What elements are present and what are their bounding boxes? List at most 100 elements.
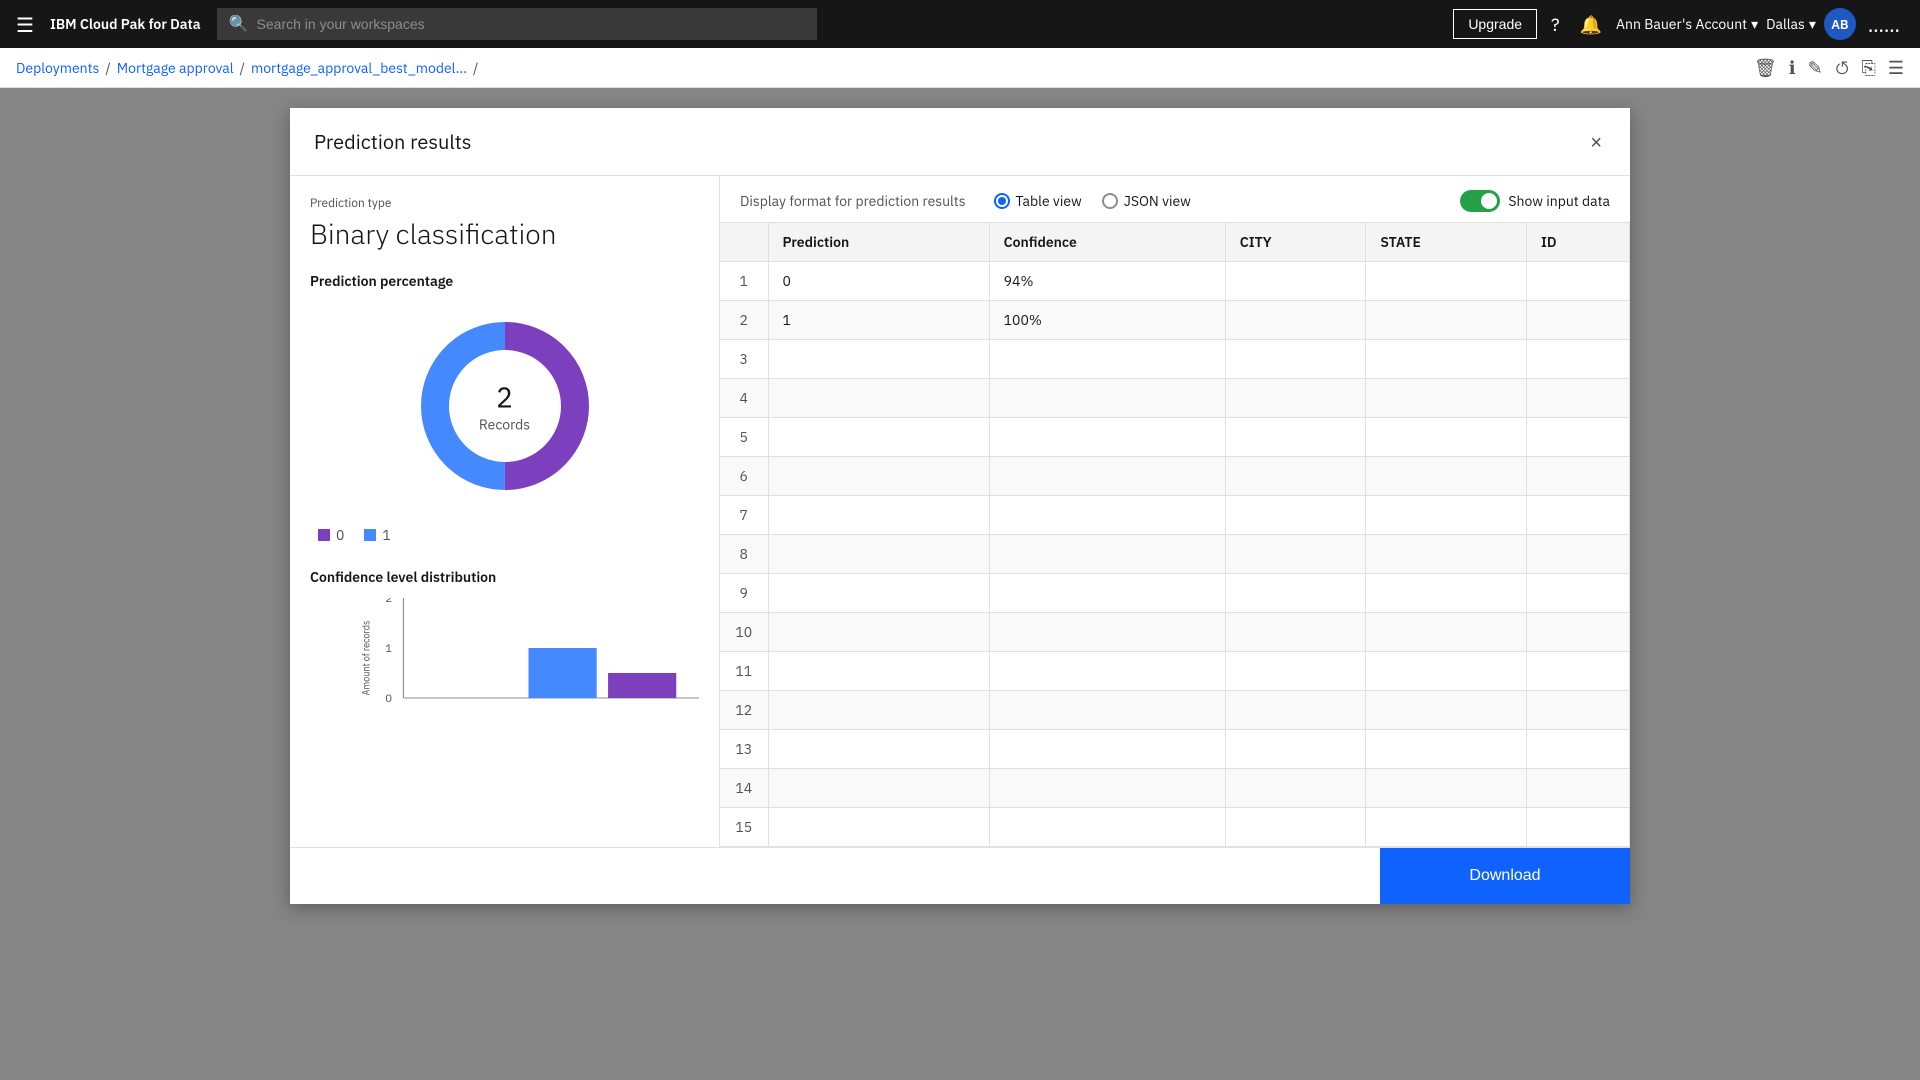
table-cell: [989, 496, 1225, 535]
table-row: 21100%: [720, 301, 1630, 340]
table-cell: 9: [720, 574, 768, 613]
modal-footer: Download: [290, 847, 1630, 904]
download-button[interactable]: Download: [1380, 848, 1630, 904]
svg-text:1: 1: [385, 642, 392, 655]
results-table: Prediction Confidence CITY STATE: [720, 223, 1630, 847]
table-cell: [768, 340, 989, 379]
legend-label-1: 1: [382, 526, 390, 544]
show-input-toggle[interactable]: [1460, 190, 1500, 212]
table-cell: [768, 730, 989, 769]
svg-text:0: 0: [385, 692, 392, 705]
table-cell: [1526, 457, 1629, 496]
col-id: ID: [1526, 223, 1629, 262]
history-icon[interactable]: ↺: [1835, 56, 1850, 79]
table-cell: [1366, 574, 1527, 613]
table-cell: [1225, 457, 1366, 496]
json-view-option[interactable]: JSON view: [1102, 192, 1191, 210]
grid-icon[interactable]: ☰: [1888, 56, 1904, 79]
json-view-radio[interactable]: [1102, 193, 1118, 209]
table-cell: [768, 457, 989, 496]
info-icon[interactable]: ℹ: [1789, 56, 1796, 79]
left-panel: Prediction type Binary classification Pr…: [290, 176, 720, 847]
bar-chart: 0 1 2 Amount of records: [358, 598, 699, 718]
table-row: 15: [720, 808, 1630, 847]
close-button[interactable]: ×: [1586, 128, 1606, 159]
table-cell: [768, 379, 989, 418]
modal-header: Prediction results ×: [290, 108, 1630, 176]
modal-title: Prediction results: [314, 128, 472, 155]
table-cell: [989, 574, 1225, 613]
table-cell: [768, 535, 989, 574]
table-cell: [1526, 379, 1629, 418]
svg-text:2: 2: [385, 598, 392, 605]
table-cell: [1225, 808, 1366, 847]
help-icon[interactable]: ?: [1545, 7, 1566, 42]
table-cell: [1366, 613, 1527, 652]
table-cell: 15: [720, 808, 768, 847]
table-cell: 13: [720, 730, 768, 769]
col-prediction: Prediction: [768, 223, 989, 262]
search-bar[interactable]: 🔍: [217, 8, 817, 40]
table-cell: 5: [720, 418, 768, 457]
table-cell: 11: [720, 652, 768, 691]
table-cell: [1526, 574, 1629, 613]
table-cell: [1225, 340, 1366, 379]
table-cell: 3: [720, 340, 768, 379]
legend-dot-0: [318, 529, 330, 541]
copy-icon[interactable]: ⎘: [1861, 56, 1875, 79]
table-row: 3: [720, 340, 1630, 379]
table-cell: 2: [720, 301, 768, 340]
notifications-icon[interactable]: 🔔: [1574, 7, 1608, 42]
legend-item-1: 1: [364, 526, 390, 544]
table-view-radio[interactable]: [994, 193, 1010, 209]
table-cell: [1526, 496, 1629, 535]
topnav: ☰ IBM Cloud Pak for Data 🔍 Upgrade ? 🔔 A…: [0, 0, 1920, 48]
hamburger-icon[interactable]: ☰: [16, 11, 34, 38]
topnav-right: Upgrade ? 🔔 Ann Bauer's Account ▾ Dallas…: [1453, 7, 1904, 42]
account-menu[interactable]: Ann Bauer's Account ▾: [1616, 15, 1758, 33]
table-cell: [1366, 262, 1527, 301]
prediction-type-value: Binary classification: [310, 215, 699, 252]
table-cell: 12: [720, 691, 768, 730]
table-cell: 7: [720, 496, 768, 535]
app-logo: IBM Cloud Pak for Data: [50, 15, 201, 33]
prediction-percentage-label: Prediction percentage: [310, 272, 699, 290]
chevron-down-icon: ▾: [1809, 15, 1816, 33]
table-cell: [989, 457, 1225, 496]
table-view-option[interactable]: Table view: [994, 192, 1082, 210]
delete-icon[interactable]: 🗑: [1754, 56, 1777, 79]
right-panel: Display format for prediction results Ta…: [720, 176, 1630, 847]
breadcrumb-mortgage[interactable]: Mortgage approval: [117, 59, 234, 77]
table-cell: 8: [720, 535, 768, 574]
apps-icon[interactable]: ……: [1864, 7, 1904, 42]
table-cell: [989, 691, 1225, 730]
table-cell: [1225, 262, 1366, 301]
table-cell: [1526, 808, 1629, 847]
table-view-label: Table view: [1016, 192, 1082, 210]
table-cell: [1526, 652, 1629, 691]
edit-icon[interactable]: ✎: [1808, 56, 1823, 79]
upgrade-button[interactable]: Upgrade: [1453, 9, 1537, 39]
region-name: Dallas: [1766, 15, 1805, 33]
region-menu[interactable]: Dallas ▾: [1766, 15, 1816, 33]
table-cell: [1225, 730, 1366, 769]
table-cell: 4: [720, 379, 768, 418]
table-body: 1094%21100%3456789101112131415: [720, 262, 1630, 847]
table-cell: [1366, 730, 1527, 769]
table-cell: [1366, 769, 1527, 808]
avatar[interactable]: AB: [1824, 8, 1856, 40]
breadcrumb-model[interactable]: mortgage_approval_best_model...: [251, 59, 467, 77]
table-cell: [768, 808, 989, 847]
table-row: 6: [720, 457, 1630, 496]
table-cell: 0: [768, 262, 989, 301]
col-city: CITY: [1225, 223, 1366, 262]
table-row: 1094%: [720, 262, 1630, 301]
search-input[interactable]: [257, 16, 805, 32]
display-format-bar: Display format for prediction results Ta…: [720, 176, 1630, 223]
table-cell: 1: [720, 262, 768, 301]
breadcrumb-deployments[interactable]: Deployments: [16, 59, 99, 77]
chart-legend: 0 1: [310, 526, 699, 544]
table-row: 11: [720, 652, 1630, 691]
table-row: 13: [720, 730, 1630, 769]
breadcrumb-sep: /: [105, 59, 110, 77]
